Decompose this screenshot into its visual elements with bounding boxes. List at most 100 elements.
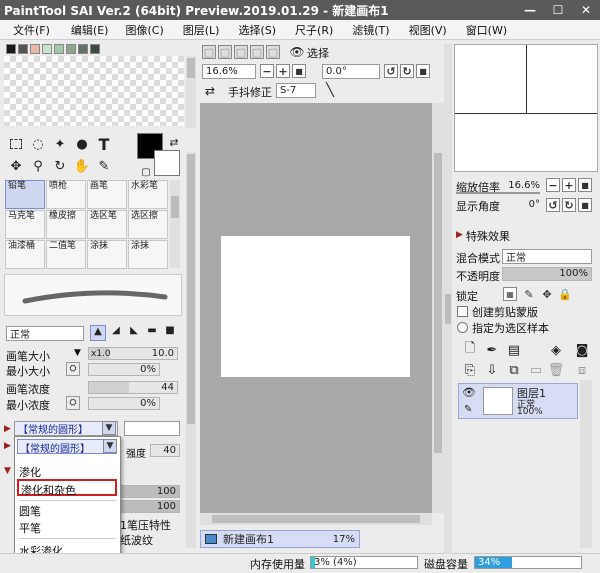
advanced-expand-icon[interactable]: ▼ [4,466,11,476]
nav-zoom-input[interactable]: 16.6% [502,178,540,192]
layer-edit-icon[interactable]: ✎ [464,404,472,415]
new-vector-layer-icon[interactable]: ✒ [482,340,502,360]
settings-scrollbar[interactable] [186,152,196,548]
hand-icon[interactable]: ✋ [72,156,92,176]
transparent-color-icon[interactable]: ▢ [136,162,156,182]
rect-select-icon[interactable] [6,134,26,154]
right-panel-scrollbar[interactable] [444,44,452,554]
effects-expand-icon[interactable]: ▶ [456,230,463,240]
nav-rotate-left-button[interactable]: ↺ [546,198,560,212]
menu-window[interactable]: 窗口(W) [463,22,515,38]
menu-ruler[interactable]: 尺子(R) [292,22,341,38]
min-size-slider[interactable]: 0% [88,363,160,376]
brush-airbrush[interactable]: 喷枪 [46,180,86,209]
rotate-icon[interactable]: ↻ [50,156,70,176]
tip-shape-buttons[interactable]: ▲ ◢ ◣ ▬ ■ [90,325,180,341]
dropdown-option[interactable]: 圆笔 [19,503,41,519]
clip-mask-checkbox[interactable] [457,306,468,317]
texture-expand-icon[interactable]: ▶ [4,441,11,451]
color-swatch-area[interactable] [4,56,184,126]
layer-opacity-slider[interactable]: 100% [502,267,592,281]
swatch-1[interactable] [6,44,16,54]
zoom-input[interactable]: 16.6% [202,64,256,79]
eyedropper-icon[interactable]: ✎ [94,156,114,176]
toolbar-btn-1[interactable]: ▢ [202,45,216,59]
new-folder-icon[interactable]: ▤ [504,340,524,360]
menu-select[interactable]: 选择(S) [235,22,284,38]
secondary-color[interactable] [154,150,180,176]
brush-brush[interactable]: 画笔 [87,180,127,209]
brush-select-pen[interactable]: 选区笔 [87,210,127,239]
min-density-slider[interactable]: 0% [88,397,160,410]
close-button[interactable]: ✕ [572,0,600,20]
clear-layer-icon[interactable]: ▭ [526,360,546,380]
minimize-button[interactable]: — [516,0,544,20]
shape-tool-icon[interactable]: ● [72,134,92,154]
brush-scrollbar[interactable] [170,180,180,268]
layer-options-icon[interactable]: ◈ [546,340,566,360]
lock-all-icon[interactable]: 🔒 [558,287,572,301]
tip-round-3-icon[interactable]: ▬ [144,325,160,341]
menu-image[interactable]: 图像(C) [122,22,171,38]
nav-zoom-slider[interactable] [456,192,540,194]
menu-file[interactable]: 文件(F) [10,22,58,38]
swatch-5[interactable] [54,44,64,54]
stabilizer-select[interactable]: S-7 [276,83,316,98]
menu-edit[interactable]: 编辑(E) [68,22,117,38]
brush-size-slider[interactable]: x1.0 10.0 [88,347,178,360]
zoom-out-button[interactable]: − [260,64,274,78]
menu-layer[interactable]: 图层(L) [180,22,228,38]
menu-view[interactable]: 视图(V) [406,22,455,38]
layer-arrange-icon[interactable]: ⧈ [572,360,592,380]
magic-wand-icon[interactable]: ✦ [50,134,70,154]
text-tool-icon[interactable]: T [94,134,114,154]
brush-blur[interactable]: 涂抹 [128,240,168,269]
flip-icon[interactable]: ⇄ [200,81,220,101]
nav-rotate-right-button[interactable]: ↻ [562,198,576,212]
swatch-7[interactable] [78,44,88,54]
layer-scrollbar[interactable] [580,380,592,548]
swatch-6[interactable] [66,44,76,54]
tip-triangle-icon[interactable]: ▲ [90,325,106,341]
transfer-down-icon[interactable]: ⇩ [482,360,502,380]
toolbar-btn-3[interactable]: ▢ [234,45,248,59]
nav-rotate-reset-button[interactable]: ■ [578,198,592,212]
zoom-in-button[interactable]: + [276,64,290,78]
brush-marker[interactable]: 马克笔 [5,210,45,239]
nav-zoom-in-button[interactable]: + [562,178,576,192]
brush-binary[interactable]: 二值笔 [46,240,86,269]
brush-pencil[interactable]: 铅笔 [5,180,45,209]
brush-bucket[interactable]: 油漆桶 [5,240,45,269]
dropdown-option[interactable]: 平笔 [19,520,41,536]
shape-texture-box[interactable] [124,421,180,436]
delete-layer-icon[interactable]: 🗑 [546,360,566,380]
brush-eraser[interactable]: 橡皮擦 [46,210,86,239]
tip-round-1-icon[interactable]: ◢ [108,325,124,341]
rotate-left-button[interactable]: ↺ [384,64,398,78]
color-scrollbar[interactable] [186,56,196,128]
canvas-tab[interactable]: 新建画布1 17% [200,530,360,548]
eye-icon[interactable]: 👁 [287,42,307,62]
tip-flat-icon[interactable]: ■ [162,325,178,341]
shape-dropdown-icon[interactable]: ▼ [102,421,116,435]
merge-down-icon[interactable]: ⧉ [504,360,524,380]
brush-select-eraser[interactable]: 选区擦 [128,210,168,239]
selection-source-label[interactable]: 指定为选区样本 [472,320,549,336]
brush-gradient[interactable]: 涂抹 [87,240,127,269]
layer-mode-select[interactable]: 正常 [502,249,592,264]
toolbar-btn-2[interactable]: ▢ [218,45,232,59]
swatch-8[interactable] [90,44,100,54]
canvas-viewport[interactable] [200,103,432,513]
swap-colors-icon[interactable]: ⇄ [164,132,184,152]
blend-mode-select[interactable]: 正常 [6,326,84,341]
zoom-icon[interactable]: ⚲ [28,156,48,176]
min-density-pressure-icon[interactable]: ⛭ [66,396,80,410]
effects-label[interactable]: 特殊效果 [466,228,510,244]
menu-filter[interactable]: 滤镜(T) [349,22,397,38]
brush-density-slider[interactable]: 44 [88,381,178,394]
new-layer-icon[interactable]: 🗋 [460,340,480,360]
paper-texture-label[interactable]: 纸波纹 [120,532,153,548]
lasso-icon[interactable]: ◌ [28,134,48,154]
canvas-vscroll[interactable] [432,103,444,513]
nav-zoom-reset-button[interactable]: ■ [578,178,592,192]
